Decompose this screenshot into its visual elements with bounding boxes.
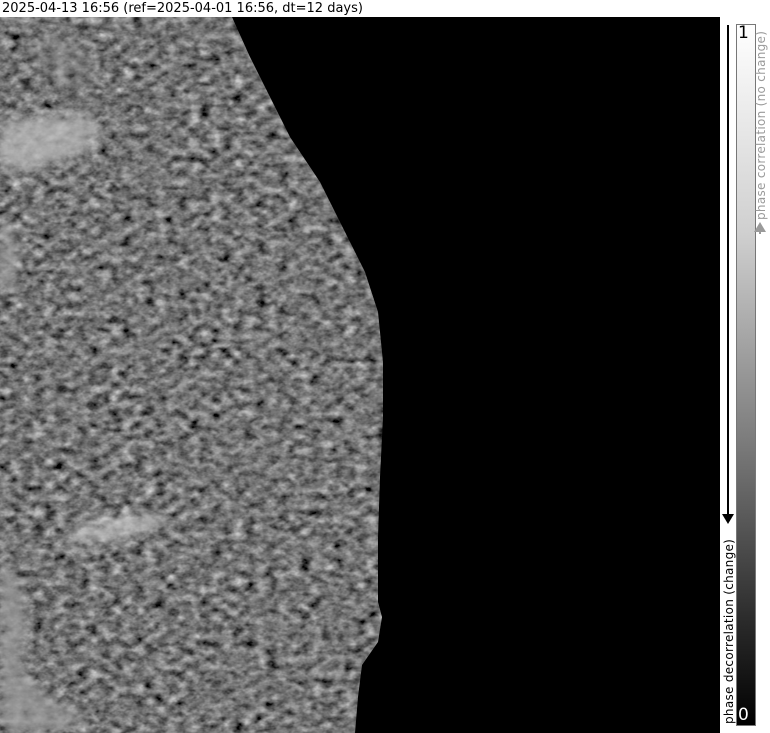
colorbar-bottom-caption: phase decorrelation (change) <box>720 530 738 726</box>
correlation-label: phase correlation (no change) <box>754 30 768 220</box>
coherence-image <box>0 17 720 733</box>
image-title: 2025-04-13 16:56 (ref=2025-04-01 16:56, … <box>2 1 363 16</box>
colorbar-min-label: 0 <box>738 705 749 725</box>
down-arrow-icon <box>727 25 729 521</box>
coherence-raster <box>0 17 720 733</box>
up-arrowhead-icon <box>754 222 766 232</box>
colorbar-max-label: 1 <box>738 23 749 43</box>
colorbar-top-caption: phase correlation (no change) <box>750 24 770 224</box>
decorrelation-label: phase decorrelation (change) <box>722 538 736 724</box>
down-arrowhead-icon <box>722 514 734 524</box>
